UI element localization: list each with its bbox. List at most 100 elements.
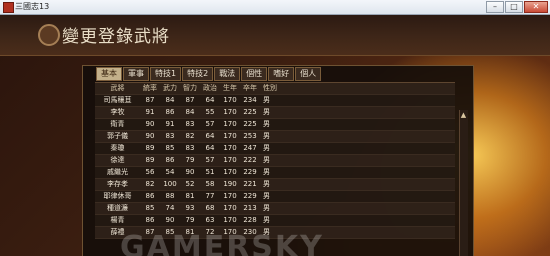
stat-cell: 83 — [185, 120, 195, 128]
stat-cell: 85 — [165, 144, 175, 152]
stat-cell: 213 — [243, 204, 257, 212]
column-header[interactable]: 政治 — [200, 83, 220, 94]
stat-cell: 253 — [243, 132, 257, 140]
page-header: 變更登錄武將 — [0, 15, 550, 56]
stat-cell: 男 — [263, 192, 270, 200]
stat-cell: 225 — [243, 108, 257, 116]
stat-cell: 87 — [145, 96, 155, 104]
column-header[interactable]: 性別 — [260, 83, 283, 94]
stat-cell: 男 — [263, 204, 270, 212]
tab-4[interactable]: 戰法 — [214, 67, 241, 81]
window-title: 三國志13 — [15, 2, 50, 11]
table-row[interactable]: 李牧 91 86 84 55 170 225 男 — [95, 107, 455, 119]
table-header-row: 武將 統率 武力 智力 政治 生年 卒年 性別 — [95, 82, 455, 95]
stat-cell: 男 — [263, 168, 270, 176]
column-header[interactable]: 卒年 — [240, 83, 260, 94]
stat-cell: 90 — [185, 168, 195, 176]
table-row[interactable]: 李存孝 82 100 52 58 190 221 男 — [95, 179, 455, 191]
stat-cell: 90 — [145, 132, 155, 140]
officer-name: 種道濂 — [107, 204, 128, 212]
tab-5[interactable]: 個性 — [241, 67, 268, 81]
stat-cell: 225 — [243, 120, 257, 128]
stat-cell: 170 — [223, 168, 237, 176]
stat-cell: 93 — [185, 204, 195, 212]
column-header[interactable]: 智力 — [180, 83, 200, 94]
tab-0[interactable]: 基本 — [96, 67, 122, 81]
tab-1[interactable]: 軍事 — [123, 67, 149, 81]
stat-cell: 86 — [145, 192, 155, 200]
table-row[interactable]: 司馬穰苴 87 84 87 64 170 234 男 — [95, 95, 455, 107]
stat-cell: 170 — [223, 216, 237, 224]
stat-cell: 86 — [145, 216, 155, 224]
tab-6[interactable]: 嗜好 — [268, 67, 295, 81]
stat-cell: 221 — [243, 180, 257, 188]
stat-cell: 90 — [145, 120, 155, 128]
officer-name: 徐達 — [110, 156, 125, 164]
stat-cell: 90 — [165, 216, 175, 224]
scroll-up-icon[interactable]: ▲ — [460, 112, 467, 119]
table-row[interactable]: 徐達 89 86 79 57 170 222 男 — [95, 155, 455, 167]
tab-7[interactable]: 個人 — [295, 67, 322, 81]
column-header[interactable]: 統率 — [140, 83, 160, 94]
officer-name: 衛青 — [110, 120, 125, 128]
stat-cell: 100 — [163, 180, 177, 188]
column-header[interactable]: 武力 — [160, 83, 180, 94]
stat-cell: 86 — [165, 108, 175, 116]
stat-cell: 91 — [165, 120, 175, 128]
stat-cell: 228 — [243, 216, 257, 224]
stat-cell: 170 — [223, 96, 237, 104]
tab-3[interactable]: 特技2 — [182, 67, 214, 81]
table-row[interactable]: 衛青 90 91 83 57 170 225 男 — [95, 119, 455, 131]
stat-cell: 57 — [205, 120, 215, 128]
stat-cell: 85 — [145, 204, 155, 212]
table-row[interactable]: 楊青 86 90 79 63 170 228 男 — [95, 215, 455, 227]
minimize-button[interactable]: – — [486, 1, 504, 13]
column-header[interactable]: 生年 — [220, 83, 240, 94]
table-row[interactable]: 戚繼光 56 54 90 51 170 229 男 — [95, 167, 455, 179]
stat-cell: 234 — [243, 96, 257, 104]
stat-cell: 84 — [165, 96, 175, 104]
table-row[interactable]: 郭子儀 90 83 82 64 170 253 男 — [95, 131, 455, 143]
stat-cell: 男 — [263, 216, 270, 224]
stat-cell: 229 — [243, 168, 257, 176]
app-icon — [3, 2, 14, 13]
table-row[interactable]: 秦瓊 89 85 83 64 170 247 男 — [95, 143, 455, 155]
stat-cell: 58 — [205, 180, 215, 188]
stat-cell: 84 — [185, 108, 195, 116]
table-row[interactable]: 耶律休哥 86 88 81 77 170 229 男 — [95, 191, 455, 203]
stat-cell: 83 — [185, 144, 195, 152]
stat-cell: 82 — [145, 180, 155, 188]
stat-cell: 52 — [185, 180, 195, 188]
stat-cell: 男 — [263, 96, 270, 104]
stat-cell: 170 — [223, 120, 237, 128]
stat-cell: 68 — [205, 204, 215, 212]
column-header[interactable]: 武將 — [95, 83, 140, 94]
officer-name: 楊青 — [110, 216, 125, 224]
maximize-button[interactable]: □ — [505, 1, 523, 13]
stat-cell: 男 — [263, 180, 270, 188]
stat-cell: 55 — [205, 108, 215, 116]
officer-name: 耶律休哥 — [103, 192, 132, 200]
tab-2[interactable]: 特技1 — [150, 67, 182, 81]
stat-cell: 170 — [223, 204, 237, 212]
officer-name: 秦瓊 — [110, 144, 125, 152]
stat-cell: 男 — [263, 144, 270, 152]
officer-name: 郭子儀 — [107, 132, 128, 140]
stat-cell: 男 — [263, 132, 270, 140]
scrollbar[interactable] — [459, 110, 468, 256]
stat-cell: 64 — [205, 132, 215, 140]
stat-cell: 82 — [185, 132, 195, 140]
stat-cell: 229 — [243, 192, 257, 200]
close-button[interactable]: ✕ — [524, 1, 548, 13]
stat-cell: 51 — [205, 168, 215, 176]
crest-icon — [38, 24, 60, 46]
stat-cell: 81 — [185, 192, 195, 200]
stat-cell: 男 — [263, 108, 270, 116]
stat-cell: 83 — [165, 132, 175, 140]
stat-cell: 54 — [165, 168, 175, 176]
officer-name: 司馬穰苴 — [103, 96, 132, 104]
stat-cell: 190 — [223, 180, 237, 188]
table-row[interactable]: 種道濂 85 74 93 68 170 213 男 — [95, 203, 455, 215]
stat-cell: 89 — [145, 156, 155, 164]
stat-cell: 88 — [165, 192, 175, 200]
